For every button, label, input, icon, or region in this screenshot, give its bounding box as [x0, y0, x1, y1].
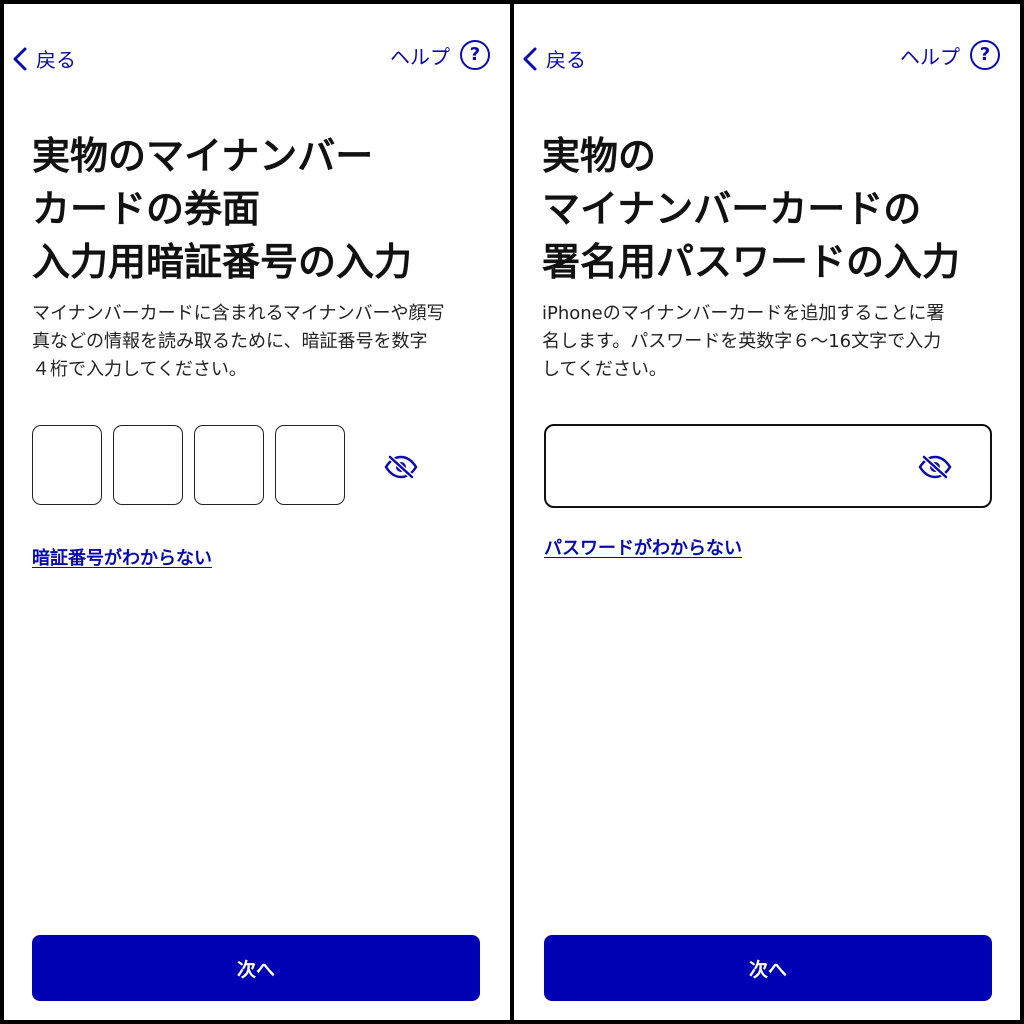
- pin-digit-3[interactable]: [194, 425, 264, 505]
- next-button[interactable]: 次へ: [32, 935, 480, 1001]
- next-button[interactable]: 次へ: [544, 935, 992, 1001]
- page-title: 実物の マイナンバーカードの 署名用パスワードの入力: [542, 134, 961, 284]
- password-entry-screen: 戻る ヘルプ ? 実物の マイナンバーカードの 署名用パスワードの入力 iPho…: [514, 4, 1020, 1020]
- question-circle-icon: ?: [970, 40, 1000, 70]
- eye-slash-icon[interactable]: [918, 454, 952, 480]
- back-button[interactable]: 戻る: [520, 44, 586, 73]
- chevron-left-icon: [523, 47, 537, 70]
- question-circle-icon: ?: [460, 40, 490, 70]
- back-button[interactable]: 戻る: [10, 44, 76, 73]
- pin-digit-4[interactable]: [275, 425, 345, 505]
- pin-digit-2[interactable]: [113, 425, 183, 505]
- page-title: 実物のマイナンバー カードの券面 入力用暗証番号の入力: [32, 134, 413, 284]
- screenshot-stage: 戻る ヘルプ ? 実物のマイナンバー カードの券面 入力用暗証番号の入力 マイナ…: [0, 0, 1024, 1024]
- page-description: マイナンバーカードに含まれるマイナンバーや顔写 真などの情報を読み取るために、暗…: [32, 303, 445, 380]
- help-label: ヘルプ: [390, 44, 450, 69]
- forgot-pin-link[interactable]: 暗証番号がわからない: [32, 544, 212, 570]
- help-button[interactable]: ヘルプ ?: [900, 40, 1000, 70]
- back-label: 戻る: [36, 48, 76, 72]
- help-label: ヘルプ: [900, 44, 960, 69]
- pin-digit-1[interactable]: [32, 425, 102, 505]
- forgot-password-link[interactable]: パスワードがわからない: [544, 534, 742, 560]
- back-label: 戻る: [546, 48, 586, 72]
- help-button[interactable]: ヘルプ ?: [390, 40, 490, 70]
- pin-entry-screen: 戻る ヘルプ ? 実物のマイナンバー カードの券面 入力用暗証番号の入力 マイナ…: [4, 4, 510, 1020]
- chevron-left-icon: [13, 47, 27, 70]
- pin-input-group: [32, 425, 345, 505]
- eye-slash-icon[interactable]: [384, 454, 418, 480]
- page-description: iPhoneのマイナンバーカードを追加することに署 名します。パスワードを英数字…: [542, 303, 945, 380]
